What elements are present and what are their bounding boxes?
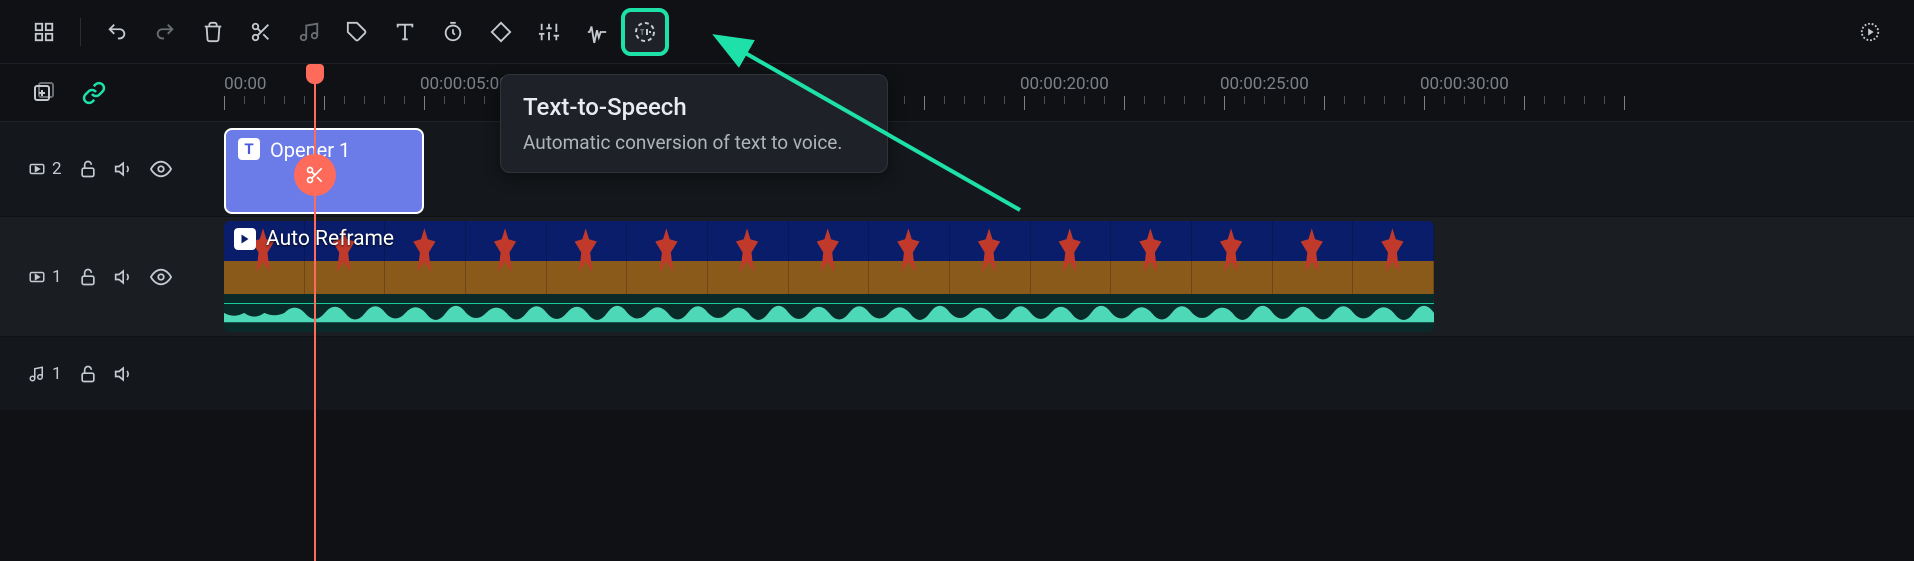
text-icon[interactable]	[385, 12, 425, 52]
track-controls: 1	[0, 337, 224, 410]
track-row-video-2: 2 T Opener 1	[0, 122, 1914, 217]
track-index: 1	[52, 267, 62, 287]
text-to-speech-icon[interactable]: T	[625, 12, 665, 52]
track-type-label: 2	[28, 159, 62, 179]
tag-icon[interactable]	[337, 12, 377, 52]
svg-text:T: T	[640, 29, 645, 37]
track-row-video-1: 1	[0, 217, 1914, 337]
ruler-left-controls	[0, 64, 224, 121]
lock-icon[interactable]	[78, 267, 98, 287]
render-preview-icon[interactable]	[1850, 12, 1890, 52]
ruler-label: 00:00:05:00	[420, 74, 509, 94]
time-ruler[interactable]: :00:00 00:00:05:00 00:00:20:00 00:00:25:…	[224, 64, 1914, 121]
track-index: 2	[52, 159, 62, 179]
track-controls: 1	[0, 217, 224, 336]
eye-icon[interactable]	[150, 266, 172, 288]
audio-wave-icon[interactable]	[577, 12, 617, 52]
tooltip-text-to-speech: Text-to-Speech Automatic conversion of t…	[500, 74, 888, 173]
add-track-icon[interactable]	[28, 77, 60, 109]
tooltip-body: Automatic conversion of text to voice.	[523, 131, 865, 154]
ruler-label: 00:00:30:00	[1420, 74, 1509, 94]
ruler-label: 00:00:20:00	[1020, 74, 1109, 94]
scissors-icon[interactable]	[241, 12, 281, 52]
trash-icon[interactable]	[193, 12, 233, 52]
ruler-row: :00:00 00:00:05:00 00:00:20:00 00:00:25:…	[0, 64, 1914, 122]
playhead-split-button[interactable]	[294, 154, 336, 196]
link-icon[interactable]	[78, 77, 110, 109]
play-badge-icon	[234, 228, 256, 250]
diamond-icon[interactable]	[481, 12, 521, 52]
track-type-label: 1	[28, 364, 62, 384]
clip-video-autoreframe[interactable]: Auto Reframe	[224, 221, 1434, 332]
track-content[interactable]	[224, 337, 1914, 410]
clip-waveform	[224, 294, 1434, 332]
speaker-icon[interactable]	[114, 364, 134, 384]
track-row-audio-1: 1	[0, 337, 1914, 411]
lock-icon[interactable]	[78, 364, 98, 384]
redo-icon[interactable]	[145, 12, 185, 52]
undo-icon[interactable]	[97, 12, 137, 52]
stopwatch-icon[interactable]	[433, 12, 473, 52]
track-content[interactable]: Auto Reframe	[224, 217, 1914, 336]
sliders-icon[interactable]	[529, 12, 569, 52]
text-badge-icon: T	[238, 138, 260, 160]
eye-icon[interactable]	[150, 158, 172, 180]
track-index: 1	[52, 364, 62, 384]
ruler-label: :00:00	[224, 74, 266, 94]
clip-label: Auto Reframe	[266, 227, 394, 251]
tooltip-title: Text-to-Speech	[523, 93, 865, 121]
toolbar: T	[0, 0, 1914, 64]
timeline-tracks: 2 T Opener 1 1	[0, 122, 1914, 411]
apps-icon[interactable]	[24, 12, 64, 52]
track-content[interactable]: T Opener 1	[224, 122, 1914, 216]
toolbar-divider	[80, 18, 81, 46]
ruler-label: 00:00:25:00	[1220, 74, 1309, 94]
track-type-label: 1	[28, 267, 62, 287]
speaker-icon[interactable]	[114, 267, 134, 287]
speaker-icon[interactable]	[114, 159, 134, 179]
lock-icon[interactable]	[78, 159, 98, 179]
track-controls: 2	[0, 122, 224, 216]
music-note-icon[interactable]	[289, 12, 329, 52]
